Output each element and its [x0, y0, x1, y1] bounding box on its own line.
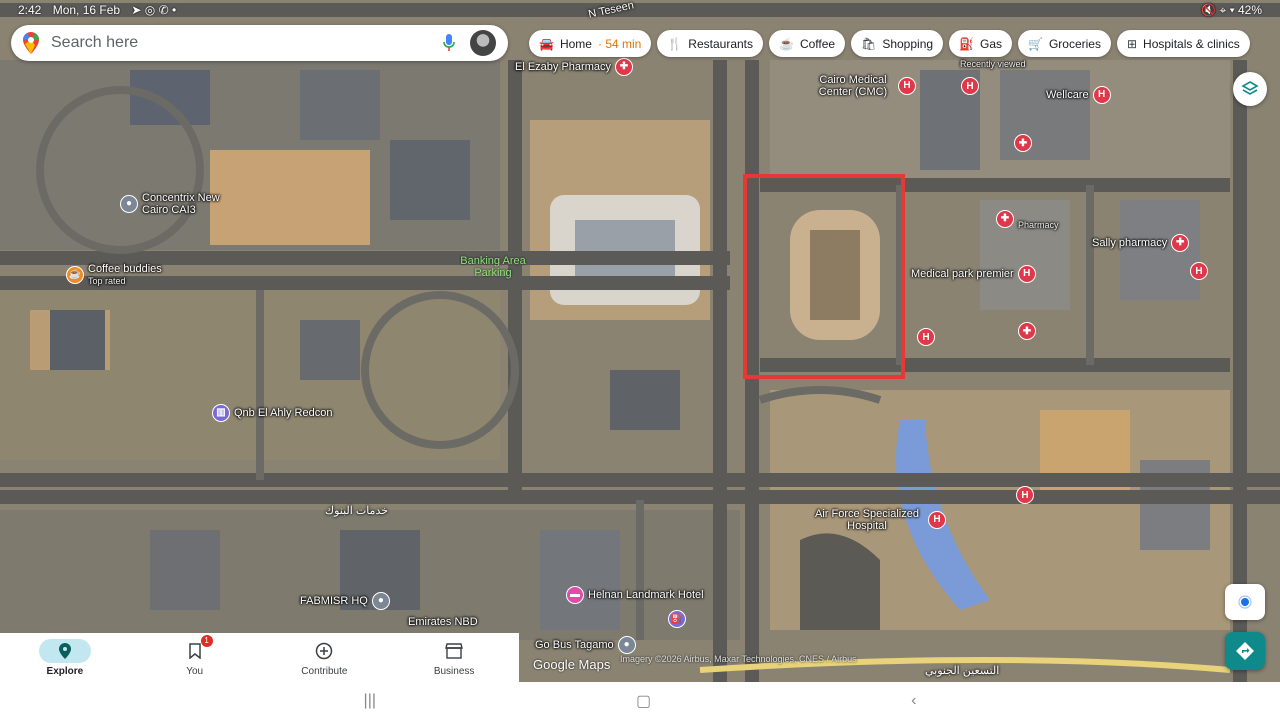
chip-restaurants[interactable]: 🍴 Restaurants	[657, 30, 763, 57]
pharmacy-icon: ✚	[614, 58, 633, 76]
hospital-icon: H	[898, 77, 916, 95]
place-icon: ●	[617, 636, 636, 654]
satellite-map[interactable]: N Teseen خدمات البنوك التسعين الجنوبي El…	[0, 0, 1280, 682]
chip-coffee[interactable]: ☕ Coffee	[769, 30, 846, 57]
poi-fabmisr-hq[interactable]: FABMISR HQ ●	[300, 592, 390, 610]
bottom-navigation: Explore 1 You Contribute Business	[0, 633, 519, 682]
poi-pharmacy-ar[interactable]: ✚ Pharmacy	[996, 207, 1059, 231]
car-icon: 🚘	[539, 36, 554, 51]
google-maps-logo-icon	[23, 32, 39, 54]
coffee-icon: ☕	[66, 266, 84, 284]
poi-air-force-hospital[interactable]: Air Force Specialized Hospital H	[810, 508, 946, 532]
layers-button[interactable]	[1233, 72, 1267, 106]
street-label-teseen-south: التسعين الجنوبي	[925, 665, 1000, 677]
back-icon[interactable]: ‹	[911, 692, 916, 710]
hospital-icon: H	[1017, 265, 1036, 283]
directions-button[interactable]	[1225, 632, 1265, 670]
poi-go-bus[interactable]: Go Bus Tagamo ●	[535, 636, 636, 654]
notification-icons: ➤ ◎ ✆ •	[131, 3, 177, 17]
category-chips: 🚘 Home · 54 min 🍴 Restaurants ☕ Coffee 🛍…	[529, 30, 1250, 57]
poi-recently-viewed[interactable]: Recently viewed	[960, 58, 1026, 70]
poi-helnan-landmark[interactable]: ▬ Helnan Landmark Hotel	[566, 586, 704, 604]
shopping-icon: 🛍	[861, 36, 877, 51]
hospital-icon: ⊞	[1126, 36, 1138, 51]
hospital-icon[interactable]: H	[961, 77, 979, 95]
nav-you[interactable]: 1 You	[145, 634, 245, 677]
cart-icon: 🛒	[1028, 36, 1043, 51]
place-icon: ●	[371, 592, 390, 610]
date: Mon, 16 Feb	[52, 3, 121, 17]
chip-home[interactable]: 🚘 Home · 54 min	[529, 30, 652, 57]
poi-el-ezaby-pharmacy[interactable]: El Ezaby Pharmacy ✚	[515, 58, 633, 76]
layers-icon	[1241, 81, 1259, 95]
home-eta: 54 min	[605, 36, 642, 51]
nav-business[interactable]: Business	[404, 639, 504, 677]
hospital-icon[interactable]: H	[1016, 486, 1034, 504]
avatar[interactable]	[470, 30, 496, 56]
clock: 2:42	[18, 3, 42, 17]
location-pin-icon	[58, 642, 71, 659]
chip-shopping[interactable]: 🛍 Shopping	[851, 30, 944, 57]
notification-badge: 1	[200, 634, 213, 647]
imagery-copyright: Imagery ©2026 Airbus, Maxar Technologies…	[620, 654, 857, 664]
bank-icon: ▥	[212, 404, 230, 422]
hospital-icon: H	[1092, 86, 1111, 104]
restaurant-icon: 🍴	[667, 36, 683, 51]
chip-groceries[interactable]: 🛒 Groceries	[1018, 30, 1111, 57]
home-icon[interactable]: ▢	[636, 691, 651, 711]
poi-banking-area-parking[interactable]: Banking Area Parking	[455, 255, 531, 279]
battery-level: 42%	[1237, 2, 1262, 17]
status-bar: 2:42 Mon, 16 Feb ➤ ◎ ✆ • 🔇 ⌖ ▾ 42%	[0, 0, 1280, 20]
system-navigation-bar: ||| ▢ ‹	[0, 682, 1280, 720]
storefront-icon	[445, 642, 464, 659]
poi-coffee-buddies[interactable]: ☕ Coffee buddies Top rated	[66, 263, 162, 287]
poi-cairo-medical-center[interactable]: Cairo Medical Center (CMC) H	[812, 74, 916, 98]
google-maps-attribution: Google Maps	[533, 657, 611, 672]
microphone-icon[interactable]	[442, 33, 456, 53]
poi-sally-pharmacy[interactable]: Sally pharmacy ✚	[1092, 234, 1190, 252]
gas-icon: ⛽	[959, 36, 974, 51]
my-location-icon	[1238, 595, 1252, 609]
coffee-icon: ☕	[779, 36, 794, 51]
nav-contribute[interactable]: Contribute	[274, 639, 374, 677]
chip-hospitals[interactable]: ⊞ Hospitals & clinics	[1116, 30, 1250, 57]
poi-concentrix[interactable]: ● Concentrix New Cairo CAI3	[120, 192, 232, 216]
pharmacy-icon: ✚	[996, 210, 1014, 228]
pharmacy-icon: ✚	[1171, 234, 1190, 252]
nav-explore[interactable]: Explore	[15, 638, 115, 677]
gas-station-icon[interactable]: ⛽	[668, 610, 686, 628]
poi-emirates-nbd[interactable]: Emirates NBD	[408, 616, 478, 628]
street-label-banks: خدمات البنوك	[325, 505, 389, 517]
bookmark-icon	[188, 642, 201, 659]
hotel-icon: ▬	[566, 586, 584, 604]
hospital-icon[interactable]: H	[917, 328, 935, 346]
signal-icons: 🔇 ⌖ ▾	[1201, 2, 1238, 17]
poi-wellcare[interactable]: Wellcare H	[1046, 86, 1111, 104]
pharmacy-icon[interactable]: ✚	[1014, 134, 1032, 152]
hospital-icon[interactable]: H	[1190, 262, 1208, 280]
recent-apps-icon[interactable]: |||	[364, 692, 376, 710]
add-circle-icon	[316, 642, 333, 659]
chip-gas[interactable]: ⛽ Gas	[949, 30, 1013, 57]
hospital-icon: H	[928, 511, 946, 529]
my-location-button[interactable]	[1225, 584, 1265, 620]
directions-icon	[1236, 642, 1254, 660]
poi-medical-park-premier[interactable]: Medical park premier H	[911, 265, 1036, 283]
pharmacy-icon[interactable]: ✚	[1018, 322, 1036, 340]
place-icon: ●	[120, 195, 138, 213]
search-input[interactable]: Search here	[51, 34, 442, 52]
poi-qnb-el-ahly[interactable]: ▥ Qnb El Ahly Redcon	[212, 404, 332, 422]
search-bar[interactable]: Search here	[11, 25, 508, 61]
